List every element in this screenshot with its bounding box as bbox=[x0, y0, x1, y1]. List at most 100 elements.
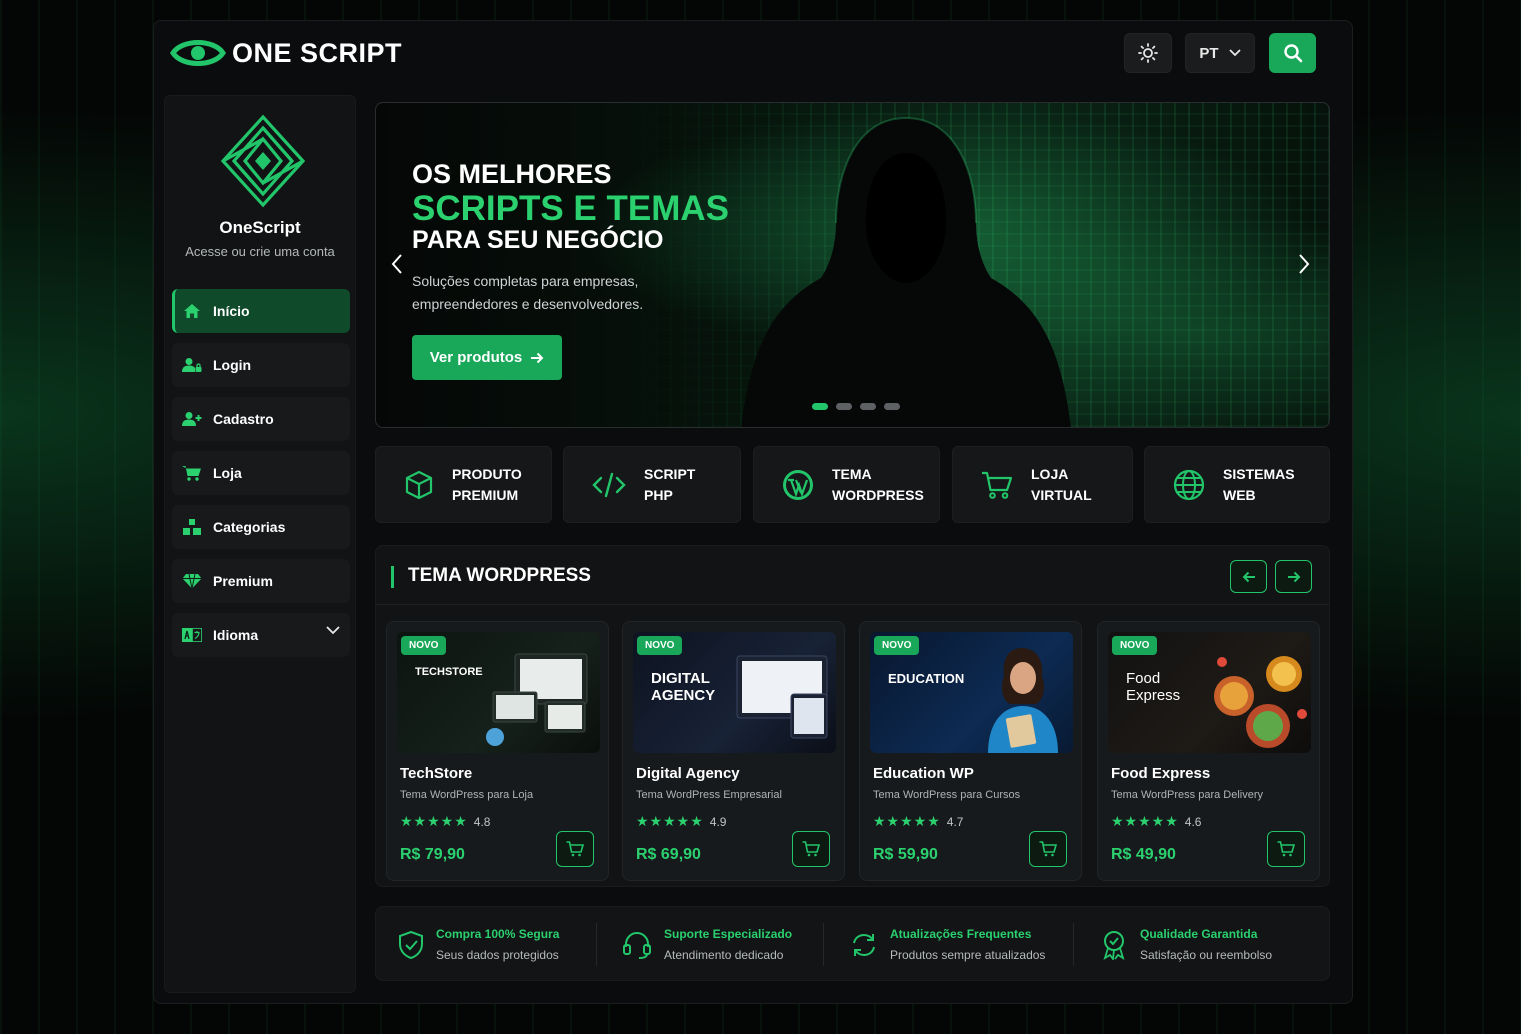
section-divider bbox=[376, 604, 1329, 605]
star-rating-icon: ★★★★★ bbox=[873, 813, 941, 829]
award-icon bbox=[1103, 930, 1125, 960]
product-card[interactable]: Food Express NOVO Food Express Tema Word… bbox=[1097, 621, 1320, 881]
carousel-dot[interactable] bbox=[884, 403, 900, 410]
product-price: R$ 49,90 bbox=[1111, 846, 1176, 863]
language-select[interactable]: PT bbox=[1185, 33, 1255, 73]
hero-title-line2: SCRIPTS E TEMAS bbox=[412, 189, 729, 228]
section-title: TEMA WORDPRESS bbox=[408, 565, 591, 586]
product-thumbnail[interactable]: DIGITAL AGENCY NOVO bbox=[633, 632, 836, 753]
new-badge: NOVO bbox=[874, 636, 920, 655]
product-price: R$ 79,90 bbox=[400, 846, 465, 863]
blocks-icon bbox=[181, 519, 203, 535]
add-to-cart-button[interactable] bbox=[792, 831, 830, 867]
shield-check-icon bbox=[399, 930, 423, 959]
new-badge: NOVO bbox=[637, 636, 683, 655]
user-lock-icon bbox=[181, 357, 203, 373]
sidebar-item-inicio[interactable]: Início bbox=[172, 289, 350, 333]
section-prev-button[interactable] bbox=[1230, 560, 1267, 593]
carousel-dot[interactable] bbox=[836, 403, 852, 410]
product-rating: ★★★★★ 4.6 bbox=[1111, 813, 1201, 830]
rating-value: 4.7 bbox=[946, 814, 964, 829]
section-accent-bar bbox=[391, 566, 394, 588]
rating-value: 4.9 bbox=[709, 814, 727, 829]
new-badge: NOVO bbox=[401, 636, 447, 655]
brand-emblem-icon bbox=[220, 114, 306, 208]
carousel-dot[interactable] bbox=[860, 403, 876, 410]
carousel-dot[interactable] bbox=[812, 403, 828, 410]
product-price: R$ 59,90 bbox=[873, 846, 938, 863]
carousel-next-icon[interactable] bbox=[1297, 253, 1311, 275]
feature-updates: Atualizações Frequentes Produtos sempre … bbox=[850, 907, 1045, 982]
add-to-cart-button[interactable] bbox=[1267, 831, 1305, 867]
sidebar-item-cadastro[interactable]: Cadastro bbox=[172, 397, 350, 441]
feature-subtitle: Seus dados protegidos bbox=[436, 948, 559, 962]
product-name[interactable]: TechStore bbox=[400, 765, 472, 782]
chevron-down-icon bbox=[326, 626, 340, 635]
wordpress-section: TEMA WORDPRESS TECHSTORE NOVO TechStore … bbox=[375, 545, 1330, 887]
product-subtitle: Tema WordPress Empresarial bbox=[636, 789, 782, 801]
product-thumbnail[interactable]: Food Express NOVO bbox=[1108, 632, 1311, 753]
category-bar: PRODUTO PREMIUM SCRIPT PHP TEMA WORDPRES… bbox=[375, 446, 1330, 523]
globe-icon bbox=[1173, 469, 1205, 500]
sidebar-item-login[interactable]: Login bbox=[172, 343, 350, 387]
section-next-button[interactable] bbox=[1275, 560, 1312, 593]
star-rating-icon: ★★★★★ bbox=[1111, 813, 1179, 829]
star-rating-icon: ★★★★★ bbox=[636, 813, 704, 829]
product-name[interactable]: Food Express bbox=[1111, 765, 1210, 782]
feature-subtitle: Atendimento dedicado bbox=[664, 948, 784, 962]
add-to-cart-button[interactable] bbox=[1029, 831, 1067, 867]
category-script-php[interactable]: SCRIPT PHP bbox=[563, 446, 741, 523]
product-rating: ★★★★★ 4.8 bbox=[400, 813, 490, 830]
hero-title-line3: PARA SEU NEGÓCIO bbox=[412, 226, 664, 254]
hooded-figure-illustration bbox=[741, 116, 1071, 427]
sidebar: OneScript Acesse ou crie uma conta Iníci… bbox=[164, 95, 356, 993]
category-loja-virtual[interactable]: LOJA VIRTUAL bbox=[952, 446, 1133, 523]
view-products-button[interactable]: Ver produtos bbox=[412, 335, 562, 380]
account-prompt[interactable]: Acesse ou crie uma conta bbox=[165, 244, 355, 259]
arrow-right-icon bbox=[531, 352, 544, 363]
product-rating: ★★★★★ 4.9 bbox=[636, 813, 726, 830]
sidebar-item-premium[interactable]: Premium bbox=[172, 559, 350, 603]
category-tema-wordpress[interactable]: TEMA WORDPRESS bbox=[753, 446, 940, 523]
arrow-right-icon bbox=[1287, 571, 1300, 582]
product-subtitle: Tema WordPress para Delivery bbox=[1111, 789, 1264, 801]
sidebar-item-label: Premium bbox=[213, 573, 273, 589]
category-label: LOJA VIRTUAL bbox=[1031, 465, 1092, 503]
sidebar-item-label: Categorias bbox=[213, 519, 286, 535]
devices-mockup-icon bbox=[736, 655, 828, 739]
product-card[interactable]: TECHSTORE NOVO TechStore Tema WordPress … bbox=[386, 621, 609, 881]
product-thumbnail[interactable]: EDUCATION NOVO bbox=[870, 632, 1073, 753]
product-name[interactable]: Digital Agency bbox=[636, 765, 740, 782]
eye-logo-icon bbox=[170, 40, 226, 66]
sidebar-item-label: Login bbox=[213, 357, 252, 373]
sidebar-item-categorias[interactable]: Categorias bbox=[172, 505, 350, 549]
sidebar-item-label: Início bbox=[213, 303, 250, 319]
feature-secure-purchase: Compra 100% Segura Seus dados protegidos bbox=[398, 907, 559, 982]
hero-description: Soluções completas para empresas, empree… bbox=[412, 273, 644, 312]
add-to-cart-button[interactable] bbox=[556, 831, 594, 867]
carousel-prev-icon[interactable] bbox=[390, 253, 404, 275]
product-card[interactable]: DIGITAL AGENCY NOVO Digital Agency Tema … bbox=[622, 621, 845, 881]
search-button[interactable] bbox=[1269, 33, 1316, 73]
sidebar-item-label: Loja bbox=[213, 465, 242, 481]
category-sistemas-web[interactable]: SISTEMAS WEB bbox=[1144, 446, 1330, 523]
devices-mockup-icon bbox=[486, 653, 588, 746]
product-rating: ★★★★★ 4.7 bbox=[873, 813, 963, 830]
product-subtitle: Tema WordPress para Cursos bbox=[873, 789, 1021, 801]
site-logo[interactable]: ONE SCRIPT bbox=[170, 35, 402, 71]
product-card[interactable]: EDUCATION NOVO Education WP Tema WordPre… bbox=[859, 621, 1082, 881]
product-name[interactable]: Education WP bbox=[873, 765, 974, 782]
feature-quality: Qualidade Garantida Satisfação ou reembo… bbox=[1100, 907, 1272, 982]
theme-toggle-button[interactable] bbox=[1124, 33, 1172, 73]
sidebar-item-loja[interactable]: Loja bbox=[172, 451, 350, 495]
cart-icon bbox=[1039, 841, 1057, 857]
search-icon bbox=[1283, 44, 1302, 63]
chevron-down-icon bbox=[1228, 49, 1241, 57]
product-thumbnail[interactable]: TECHSTORE NOVO bbox=[397, 632, 600, 753]
category-produto-premium[interactable]: PRODUTO PREMIUM bbox=[375, 446, 552, 523]
feature-title: Qualidade Garantida bbox=[1140, 927, 1258, 941]
headset-icon bbox=[623, 931, 651, 959]
sidebar-item-label: Cadastro bbox=[213, 411, 274, 427]
feature-title: Compra 100% Segura bbox=[436, 927, 560, 941]
sidebar-item-idioma[interactable]: Idioma bbox=[172, 613, 350, 657]
